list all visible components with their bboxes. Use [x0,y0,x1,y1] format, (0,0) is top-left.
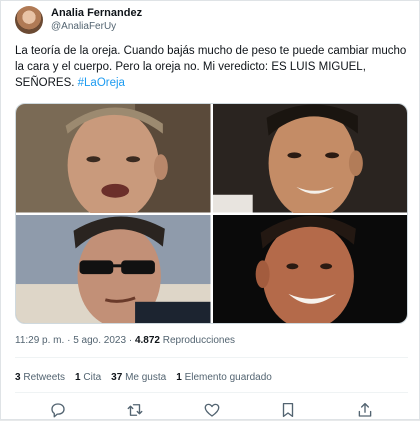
tweet-text: La teoría de la oreja. Cuando bajás much… [15,43,410,91]
share-icon[interactable] [356,401,374,419]
retweets-count: 3 [15,372,21,383]
media-grid [15,103,408,324]
bookmarks-stat[interactable]: 1 Elemento guardado [176,372,272,383]
face-photo-4[interactable] [212,214,407,323]
divider [15,357,408,358]
tweet-time[interactable]: 11:29 p. m. [15,335,64,346]
bookmark-icon[interactable] [279,401,297,419]
tweet-body: La teoría de la oreja. Cuando bajás much… [15,45,407,89]
face-photo-2[interactable] [212,104,407,213]
views-label: Reproducciones [162,335,236,346]
quotes-count: 1 [75,372,81,383]
author-handle[interactable]: @AnaliaFerUy [51,20,142,33]
like-icon[interactable] [203,401,221,419]
views-count: 4.872 [134,335,160,346]
engagement-stats: 3 Retweets 1 Cita 37 Me gusta 1 Elemento… [15,372,272,383]
action-bar [15,399,408,421]
divider [15,392,408,393]
retweets-label: Retweets [23,372,66,383]
tweet-header: Analia Fernandez @AnaliaFerUy [15,5,142,35]
hashtag-link[interactable]: #LaOreja [78,77,125,89]
likes-count: 37 [111,372,123,383]
retweets-stat[interactable]: 3 Retweets [15,372,65,383]
author-display-name[interactable]: Analia Fernandez [51,7,142,20]
likes-label: Me gusta [125,372,167,383]
face-photo-3[interactable] [16,214,211,323]
retweet-icon[interactable] [126,401,144,419]
timestamp-row: 11:29 p. m. · 5 ago. 2023 · 4.872 Reprod… [15,335,235,346]
separator-dot: · [128,335,133,346]
bookmarks-label: Elemento guardado [184,372,272,383]
quotes-label: Cita [83,372,102,383]
bookmarks-count: 1 [176,372,182,383]
likes-stat[interactable]: 37 Me gusta [111,372,166,383]
quotes-stat[interactable]: 1 Cita [75,372,101,383]
separator-dot: · [67,335,71,346]
avatar[interactable] [15,6,43,34]
author-names: Analia Fernandez @AnaliaFerUy [51,7,142,33]
tweet-card: Analia Fernandez @AnaliaFerUy La teoría … [0,0,420,420]
face-photo-1[interactable] [16,104,211,213]
tweet-date[interactable]: 5 ago. 2023 [73,335,126,346]
reply-icon[interactable] [49,401,67,419]
